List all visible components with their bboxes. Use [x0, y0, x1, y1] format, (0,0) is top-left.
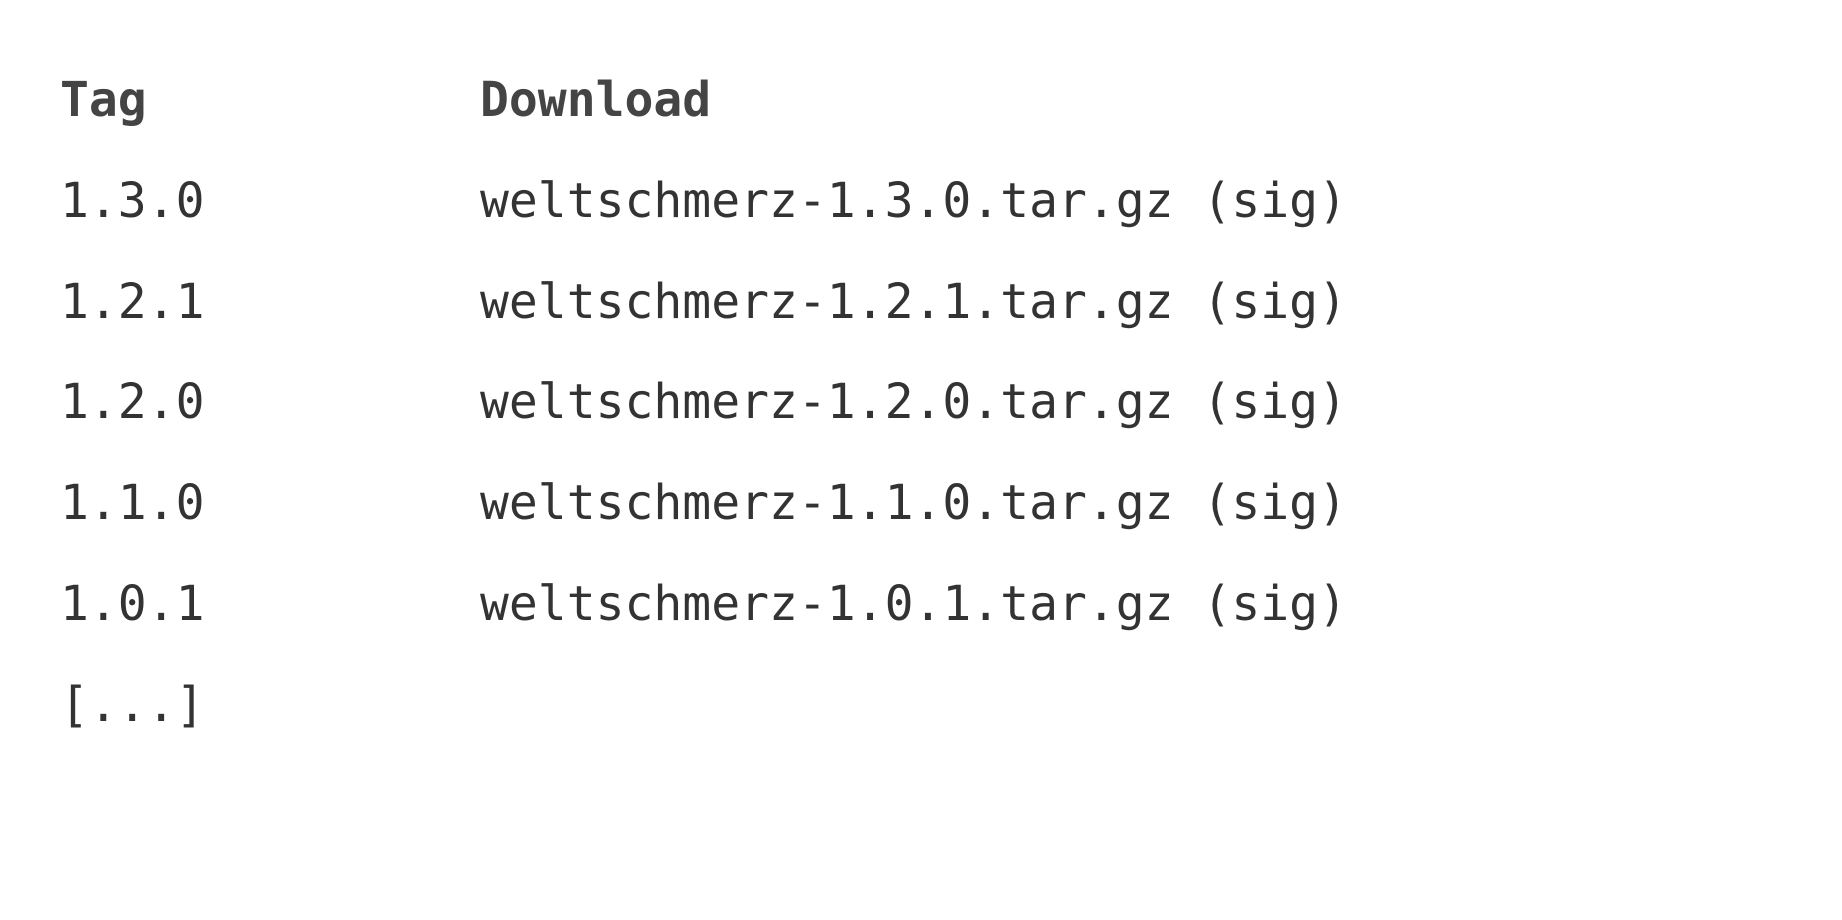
sig-open: ( [1174, 173, 1232, 229]
download-cell: weltschmerz-1.2.0.tar.gz (sig) [480, 352, 1347, 453]
sig-link[interactable]: sig [1231, 576, 1318, 632]
sig-close: ) [1318, 274, 1347, 330]
download-file-link[interactable]: weltschmerz-1.0.1.tar.gz [480, 576, 1174, 632]
table-row: 1.2.0 weltschmerz-1.2.0.tar.gz (sig) [60, 352, 1347, 453]
header-download: Download [480, 50, 1347, 151]
download-cell: weltschmerz-1.1.0.tar.gz (sig) [480, 453, 1347, 554]
sig-close: ) [1318, 173, 1347, 229]
sig-close: ) [1318, 374, 1347, 430]
tag-cell: 1.1.0 [60, 453, 480, 554]
ellipsis-cell: [...] [60, 655, 480, 756]
sig-link[interactable]: sig [1231, 475, 1318, 531]
sig-open: ( [1174, 475, 1232, 531]
tag-cell: 1.2.1 [60, 252, 480, 353]
tag-link[interactable]: 1.2.1 [60, 274, 205, 330]
tag-link[interactable]: 1.3.0 [60, 173, 205, 229]
ellipsis-link[interactable]: [...] [60, 677, 205, 733]
download-file-link[interactable]: weltschmerz-1.3.0.tar.gz [480, 173, 1174, 229]
table-row: 1.2.1 weltschmerz-1.2.1.tar.gz (sig) [60, 252, 1347, 353]
download-file-link[interactable]: weltschmerz-1.2.0.tar.gz [480, 374, 1174, 430]
download-file-link[interactable]: weltschmerz-1.2.1.tar.gz [480, 274, 1174, 330]
table-header-row: Tag Download [60, 50, 1347, 151]
table-row: 1.1.0 weltschmerz-1.1.0.tar.gz (sig) [60, 453, 1347, 554]
download-cell: weltschmerz-1.0.1.tar.gz (sig) [480, 554, 1347, 655]
sig-open: ( [1174, 374, 1232, 430]
sig-close: ) [1318, 475, 1347, 531]
header-tag: Tag [60, 50, 480, 151]
sig-link[interactable]: sig [1231, 274, 1318, 330]
download-file-link[interactable]: weltschmerz-1.1.0.tar.gz [480, 475, 1174, 531]
sig-link[interactable]: sig [1231, 374, 1318, 430]
sig-link[interactable]: sig [1231, 173, 1318, 229]
tag-cell: 1.3.0 [60, 151, 480, 252]
table-row: 1.3.0 weltschmerz-1.3.0.tar.gz (sig) [60, 151, 1347, 252]
ellipsis-row: [...] [60, 655, 1347, 756]
download-cell: weltschmerz-1.2.1.tar.gz (sig) [480, 252, 1347, 353]
tags-table: Tag Download 1.3.0 weltschmerz-1.3.0.tar… [60, 50, 1347, 756]
tag-link[interactable]: 1.2.0 [60, 374, 205, 430]
empty-cell [480, 655, 1347, 756]
tag-link[interactable]: 1.1.0 [60, 475, 205, 531]
download-cell: weltschmerz-1.3.0.tar.gz (sig) [480, 151, 1347, 252]
tag-cell: 1.0.1 [60, 554, 480, 655]
tag-link[interactable]: 1.0.1 [60, 576, 205, 632]
sig-open: ( [1174, 274, 1232, 330]
sig-close: ) [1318, 576, 1347, 632]
sig-open: ( [1174, 576, 1232, 632]
tag-cell: 1.2.0 [60, 352, 480, 453]
table-row: 1.0.1 weltschmerz-1.0.1.tar.gz (sig) [60, 554, 1347, 655]
